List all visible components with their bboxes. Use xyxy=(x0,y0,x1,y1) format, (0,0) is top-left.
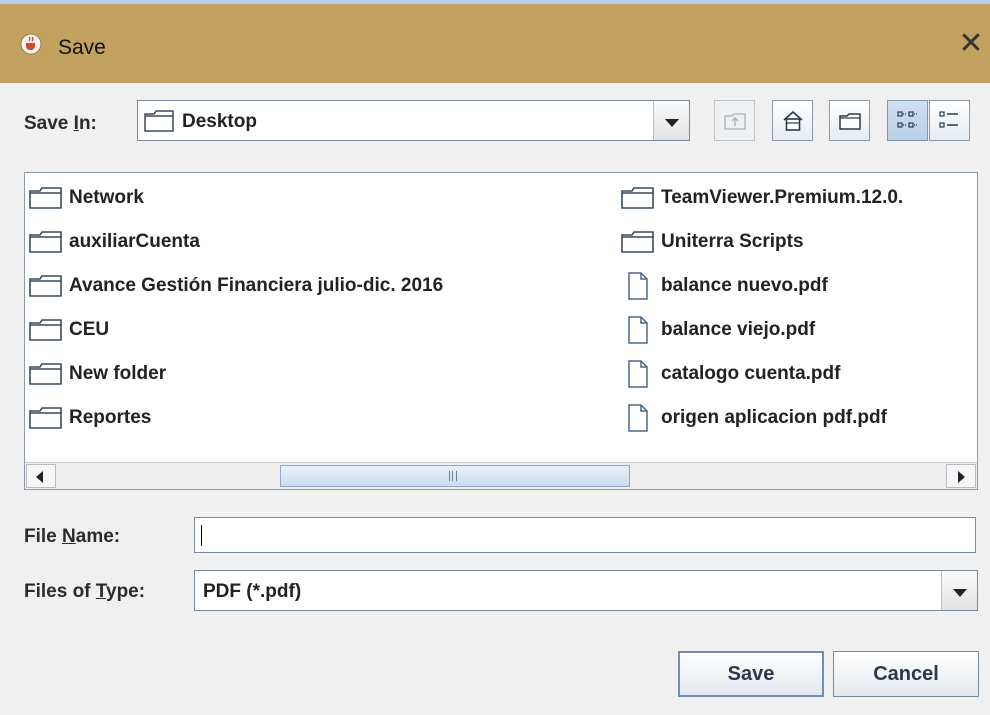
file-list[interactable]: Network auxiliarCuenta Avance Gestión Fina… xyxy=(24,172,978,490)
list-item-label: Avance Gestión Financiera julio-dic. 201… xyxy=(69,275,444,296)
save-in-label: Save In: xyxy=(24,113,97,134)
list-item-label: Uniterra Scripts xyxy=(661,231,804,252)
folder-icon xyxy=(621,231,654,253)
folder-icon xyxy=(29,363,62,385)
file-icon xyxy=(628,316,648,344)
file-type-combo[interactable]: PDF (*.pdf) xyxy=(194,570,978,611)
text-caret xyxy=(201,525,202,546)
save-dialog: Save ✕ Save In: Desktop Network auxiliar… xyxy=(0,0,990,715)
folder-up-icon xyxy=(724,113,746,130)
folder-icon xyxy=(29,407,62,429)
title-bar[interactable]: Save ✕ xyxy=(0,0,990,83)
list-item-label: Reportes xyxy=(69,407,152,428)
list-item-label: auxiliarCuenta xyxy=(69,231,200,252)
save-button[interactable]: Save xyxy=(678,651,824,697)
new-folder-button[interactable] xyxy=(829,100,870,141)
folder-icon xyxy=(29,187,62,209)
folder-icon xyxy=(144,110,174,132)
list-item-label: New folder xyxy=(69,363,167,384)
file-icon xyxy=(628,360,648,388)
horizontal-scrollbar[interactable] xyxy=(25,462,977,489)
save-in-dropdown-arrow[interactable] xyxy=(653,101,689,140)
details-view-button[interactable] xyxy=(929,100,970,141)
file-name-label: File Name: xyxy=(24,526,121,547)
folder-icon xyxy=(29,319,62,341)
folder-icon xyxy=(29,275,62,297)
save-in-combo[interactable]: Desktop xyxy=(137,100,690,141)
home-button[interactable] xyxy=(772,100,813,141)
save-in-value: Desktop xyxy=(182,111,257,132)
details-view-icon xyxy=(939,111,958,128)
window-title: Save xyxy=(58,36,106,59)
list-item-label: balance nuevo.pdf xyxy=(661,275,828,296)
close-icon[interactable]: ✕ xyxy=(955,28,987,60)
folder-icon xyxy=(29,231,62,253)
list-item-label: balance viejo.pdf xyxy=(661,319,816,340)
scrollbar-thumb[interactable] xyxy=(280,465,630,487)
file-type-label: Files of Type: xyxy=(24,581,146,602)
file-name-input[interactable] xyxy=(194,517,976,553)
file-icon xyxy=(628,404,648,432)
folder-icon xyxy=(621,187,654,209)
file-type-dropdown-arrow[interactable] xyxy=(941,571,977,610)
scroll-left-button[interactable] xyxy=(26,464,56,488)
list-item-label: Network xyxy=(69,187,144,208)
file-icon xyxy=(628,272,648,300)
list-view-icon xyxy=(897,111,918,128)
list-item-label: CEU xyxy=(69,319,110,340)
list-item-label: catalogo cuenta.pdf xyxy=(661,363,841,384)
home-icon xyxy=(783,110,803,131)
file-type-value: PDF (*.pdf) xyxy=(203,581,302,602)
list-view-button[interactable] xyxy=(887,100,928,141)
java-cup-icon xyxy=(20,33,42,55)
scroll-right-button[interactable] xyxy=(946,464,976,488)
list-item-label: TeamViewer.Premium.12.0. xyxy=(661,187,904,208)
new-folder-icon xyxy=(839,113,861,130)
list-item-label: origen aplicacion pdf.pdf xyxy=(661,407,887,428)
cancel-button[interactable]: Cancel xyxy=(833,651,979,697)
up-one-level-button[interactable] xyxy=(714,100,755,141)
